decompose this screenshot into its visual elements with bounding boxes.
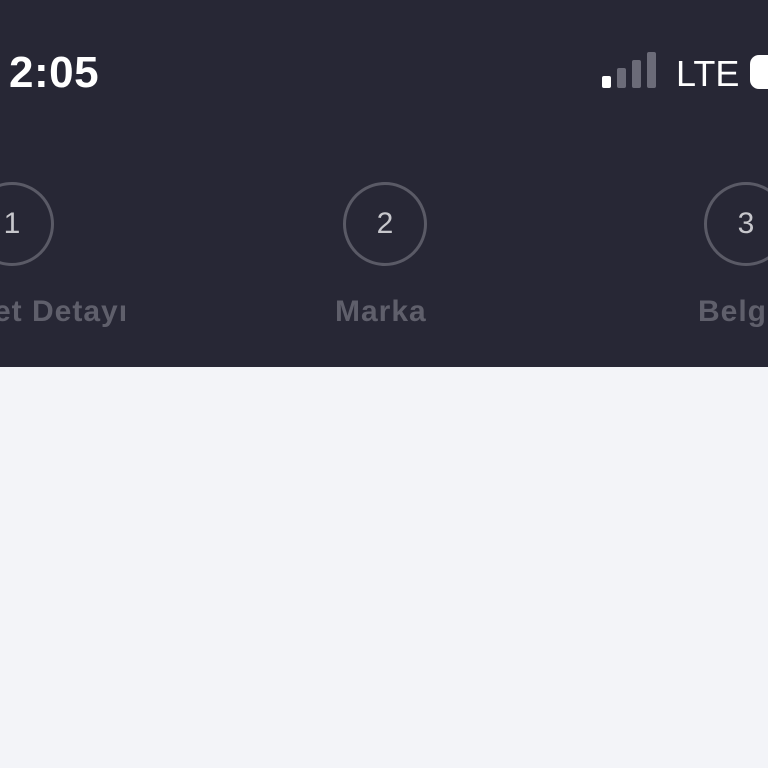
header: 2:05 LTE 1 et Detayı 2 Marka 3 Belg (0, 0, 768, 367)
step-3[interactable]: 3 Belg (624, 140, 768, 367)
network-type: LTE (676, 53, 740, 94)
app-screen: 2:05 LTE 1 et Detayı 2 Marka 3 Belg (0, 0, 768, 768)
cellular-signal-icon (602, 52, 656, 88)
content-area (0, 367, 768, 768)
step-1-label: et Detayı (0, 295, 129, 328)
step-1[interactable]: 1 et Detayı (0, 140, 127, 367)
step-1-number: 1 (0, 182, 54, 266)
step-3-label: Belg (698, 295, 768, 328)
status-bar: 2:05 LTE (0, 0, 768, 140)
stepper: 1 et Detayı 2 Marka 3 Belg (0, 140, 768, 367)
status-time: 2:05 (9, 48, 100, 97)
step-2-label: Marka (335, 295, 427, 328)
step-2-number: 2 (343, 182, 427, 266)
step-2[interactable]: 2 Marka (264, 140, 504, 367)
battery-icon (750, 55, 768, 89)
step-3-number: 3 (704, 182, 768, 266)
